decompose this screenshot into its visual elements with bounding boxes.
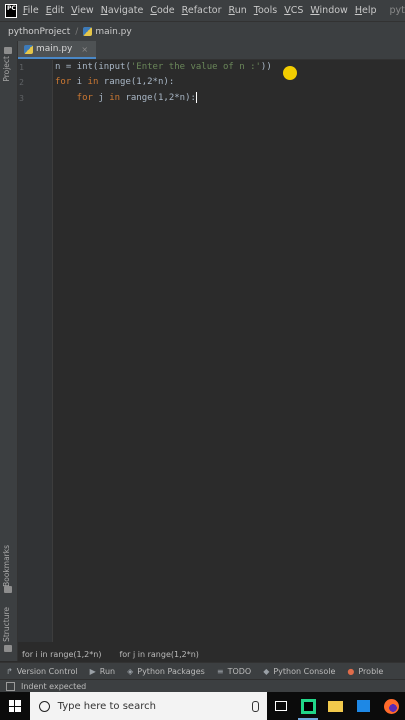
store-icon [357, 700, 371, 712]
taskbar-file-explorer[interactable] [322, 692, 350, 720]
version-control-icon: ↱ [6, 667, 13, 676]
bookmarks-icon [4, 586, 12, 593]
packages-icon: ◈ [127, 667, 134, 676]
windows-logo-icon [8, 700, 21, 712]
code-line-1[interactable]: n = int(input('Enter the value of n :')) [55, 61, 272, 74]
navigation-bar: pythonProject / main.py [0, 21, 405, 42]
problems-icon: ● [347, 667, 355, 676]
pycharm-icon [300, 698, 316, 714]
run-icon: ▶ [89, 667, 96, 676]
code-token: i [71, 77, 88, 87]
tool-window-label: Proble [358, 667, 384, 676]
python-console-icon: ◆ [263, 667, 270, 676]
breadcrumb-inner-loop[interactable]: for j in range(1,2*n) [119, 650, 198, 659]
status-bar: Indent expected [0, 679, 405, 693]
code-token: )) [260, 62, 272, 72]
problems-button[interactable]: ● Proble [347, 667, 383, 676]
line-number-gutter: 1 2 3 [18, 60, 53, 642]
left-tool-strip: Project Bookmarks Structure [0, 41, 18, 661]
task-view-button[interactable] [267, 692, 295, 720]
bookmarks-tool-tab[interactable]: Bookmarks [2, 545, 11, 587]
line-number: 3 [19, 94, 24, 103]
keyword-token: in [109, 93, 121, 103]
code-line-3[interactable]: for j in range(1,2*n): [55, 92, 197, 105]
project-tool-tab[interactable]: Project [2, 56, 11, 82]
keyword-token: for [55, 93, 93, 103]
menu-view[interactable]: View [71, 5, 94, 16]
menu-tools[interactable]: Tools [254, 5, 277, 16]
python-packages-button[interactable]: ◈ Python Packages [127, 667, 205, 676]
tool-window-bar: ↱ Version Control ▶ Run ◈ Python Packages ≡… [0, 662, 405, 680]
status-message: Indent expected [21, 682, 87, 691]
tool-window-label: Python Console [273, 667, 336, 676]
status-window-icon[interactable] [6, 682, 15, 691]
menu-file[interactable]: File [23, 5, 39, 16]
string-token: 'Enter the value of n :' [130, 62, 261, 72]
menu-bar: PC File Edit View Navigate Code Refactor… [0, 0, 405, 21]
line-number: 2 [19, 78, 24, 87]
mouse-cursor-highlight [283, 66, 297, 80]
line-number: 1 [19, 63, 24, 72]
structure-tool-tab[interactable]: Structure [2, 607, 11, 642]
tool-window-label: Run [99, 667, 116, 676]
code-breadcrumbs: for i in range(1,2*n) for j in range(1,2… [18, 647, 405, 662]
menu-help[interactable]: Help [355, 5, 377, 16]
code-token: n = int(input( [55, 62, 131, 72]
folder-icon [328, 700, 344, 712]
search-icon [38, 700, 50, 712]
tool-window-label: Version Control [16, 667, 78, 676]
microphone-icon[interactable] [251, 700, 259, 712]
pycharm-logo-icon[interactable]: PC [5, 3, 17, 18]
taskbar-pycharm[interactable] [294, 692, 322, 720]
tool-window-label: Python Packages [137, 667, 205, 676]
breadcrumb-outer-loop[interactable]: for i in range(1,2*n) [22, 650, 101, 659]
python-file-icon [83, 27, 93, 36]
code-token: range(1,2*n): [120, 93, 196, 103]
breadcrumb-project[interactable]: pythonProject [8, 27, 70, 37]
editor-tab-bar: main.py × [18, 41, 405, 60]
code-token: range(1,2*n): [98, 77, 175, 87]
python-file-icon [24, 44, 33, 54]
project-icon [4, 47, 12, 54]
start-button[interactable] [0, 692, 30, 720]
keyword-token: for [55, 77, 72, 87]
tab-label: main.py [36, 44, 73, 54]
taskbar-store[interactable] [350, 692, 378, 720]
menu-edit[interactable]: Edit [46, 5, 64, 16]
menu-window[interactable]: Window [310, 5, 347, 16]
firefox-icon [383, 698, 399, 714]
python-console-button[interactable]: ◆ Python Console [263, 667, 335, 676]
close-icon[interactable]: × [81, 45, 88, 54]
text-caret [195, 92, 197, 103]
menu-navigate[interactable]: Navigate [101, 5, 144, 16]
tool-window-label: TODO [227, 667, 252, 676]
todo-button[interactable]: ≡ TODO [217, 667, 251, 676]
windows-taskbar: Type here to search [0, 692, 405, 720]
taskbar-firefox[interactable] [377, 692, 405, 720]
version-control-button[interactable]: ↱ Version Control [6, 667, 78, 676]
code-line-2[interactable]: for i in range(1,2*n): [55, 76, 174, 89]
search-placeholder: Type here to search [57, 700, 156, 712]
breadcrumb-file[interactable]: main.py [95, 27, 131, 37]
structure-icon [4, 645, 12, 652]
menu-run[interactable]: Run [229, 5, 247, 16]
window-title: pythonPro [389, 5, 405, 16]
tab-main-py[interactable]: main.py × [18, 41, 97, 59]
todo-icon: ≡ [216, 667, 224, 676]
code-editor[interactable]: n = int(input('Enter the value of n :'))… [53, 60, 405, 642]
run-button[interactable]: ▶ Run [90, 667, 116, 676]
keyword-token: in [87, 77, 99, 87]
menu-vcs[interactable]: VCS [284, 5, 303, 16]
menu-refactor[interactable]: Refactor [182, 5, 222, 16]
breadcrumb-separator: / [75, 26, 79, 37]
task-view-icon [274, 701, 287, 711]
menu-code[interactable]: Code [150, 5, 174, 16]
code-token: j [92, 93, 110, 103]
taskbar-search[interactable]: Type here to search [29, 692, 267, 720]
